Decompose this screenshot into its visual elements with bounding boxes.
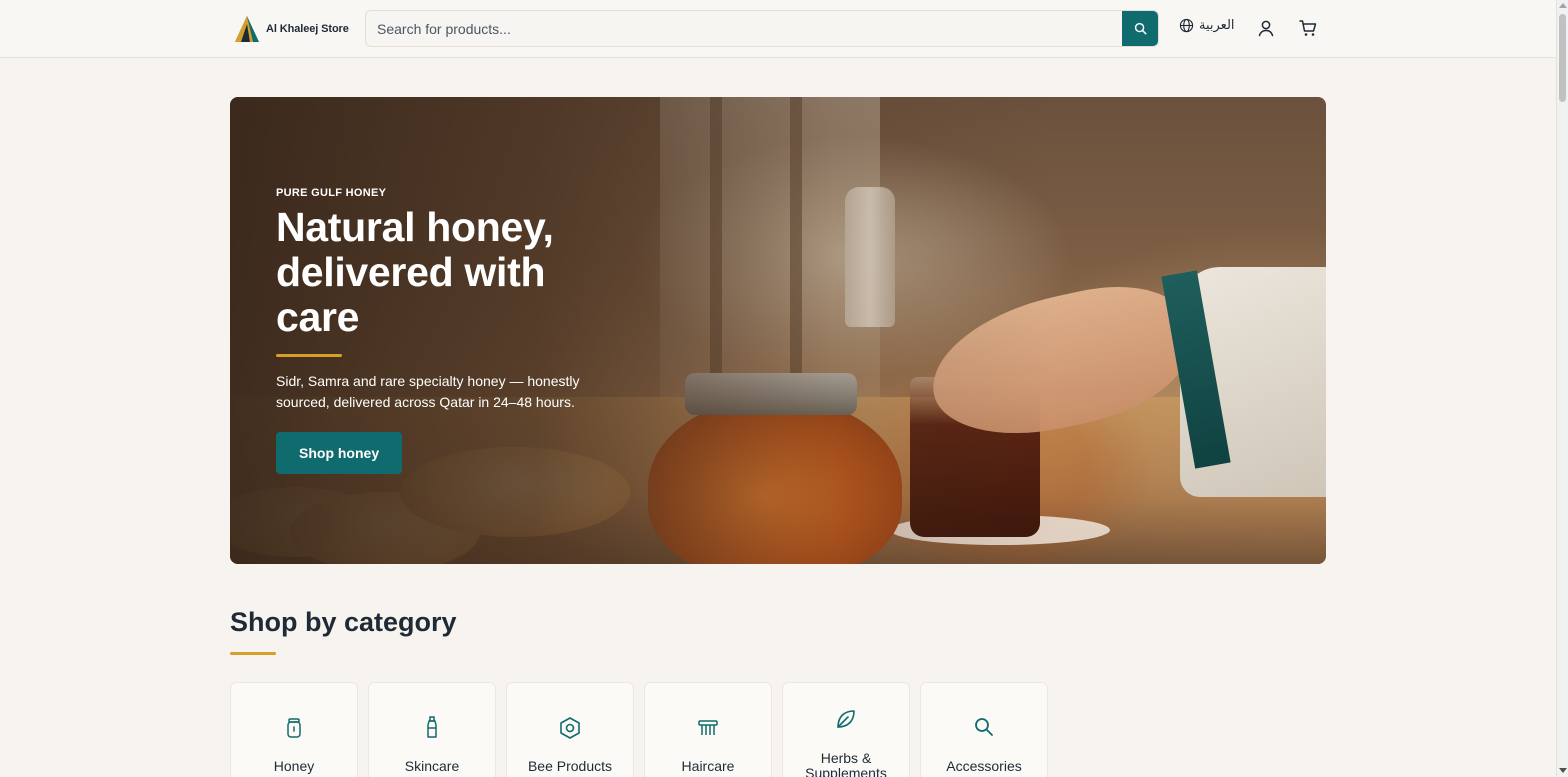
category-grid: Honey Skincare Bee Products Haircare Her… [230, 682, 1048, 777]
hero-content: PURE GULF HONEY Natural honey, delivered… [276, 187, 616, 474]
cart-button[interactable] [1298, 18, 1318, 38]
category-label: Herbs & Supplements [805, 750, 887, 777]
scroll-down-arrow[interactable] [1559, 768, 1567, 773]
logo-mark-icon [235, 16, 259, 42]
cart-icon [1299, 20, 1317, 36]
categories-divider [230, 652, 276, 655]
scroll-thumb[interactable] [1559, 14, 1566, 102]
category-card-accessories[interactable]: Accessories [920, 682, 1048, 777]
search-bar [365, 10, 1159, 47]
category-label: Honey [273, 758, 315, 774]
categories-heading: Shop by category [230, 607, 457, 637]
category-label: Accessories [946, 758, 1022, 774]
language-switcher[interactable]: العربية [1179, 17, 1235, 33]
search-input[interactable] [366, 11, 1123, 46]
shop-honey-button[interactable]: Shop honey [276, 432, 403, 474]
hero-banner: PURE GULF HONEY Natural honey, delivered… [230, 97, 1326, 564]
bottle-icon [427, 716, 437, 738]
search-button[interactable] [1122, 11, 1158, 46]
category-card-bee-products[interactable]: Bee Products [506, 682, 634, 777]
page-scrollbar[interactable] [1556, 0, 1568, 777]
globe-icon [1179, 18, 1194, 32]
logo-link[interactable]: Al Khaleej Store [233, 14, 349, 44]
category-card-haircare[interactable]: Haircare [644, 682, 772, 777]
category-card-herbs-supplements[interactable]: Herbs & Supplements [782, 682, 910, 777]
logo-text: Al Khaleej Store [266, 23, 349, 35]
hero-eyebrow: PURE GULF HONEY [276, 187, 387, 199]
hero-description: Sidr, Samra and rare specialty honey — h… [276, 373, 580, 410]
user-icon [1258, 20, 1274, 37]
scroll-up-arrow[interactable] [1559, 3, 1567, 8]
category-card-skincare[interactable]: Skincare [368, 682, 496, 777]
category-label: Bee Products [527, 758, 613, 774]
search-icon [975, 718, 993, 736]
hero-title: Natural honey, delivered with care [276, 204, 554, 340]
search-icon [1134, 22, 1146, 35]
leaf-icon [837, 710, 855, 728]
hero-divider [276, 354, 342, 357]
site-header: Al Khaleej Store العربية [0, 0, 1556, 58]
comb-icon [698, 720, 718, 735]
category-card-honey[interactable]: Honey [230, 682, 358, 777]
account-button[interactable] [1256, 18, 1276, 38]
jar-icon [287, 718, 301, 738]
category-label: Haircare [681, 758, 735, 774]
category-label: Skincare [404, 758, 460, 774]
hexagon-icon [560, 717, 580, 739]
language-label: العربية [1199, 17, 1235, 32]
